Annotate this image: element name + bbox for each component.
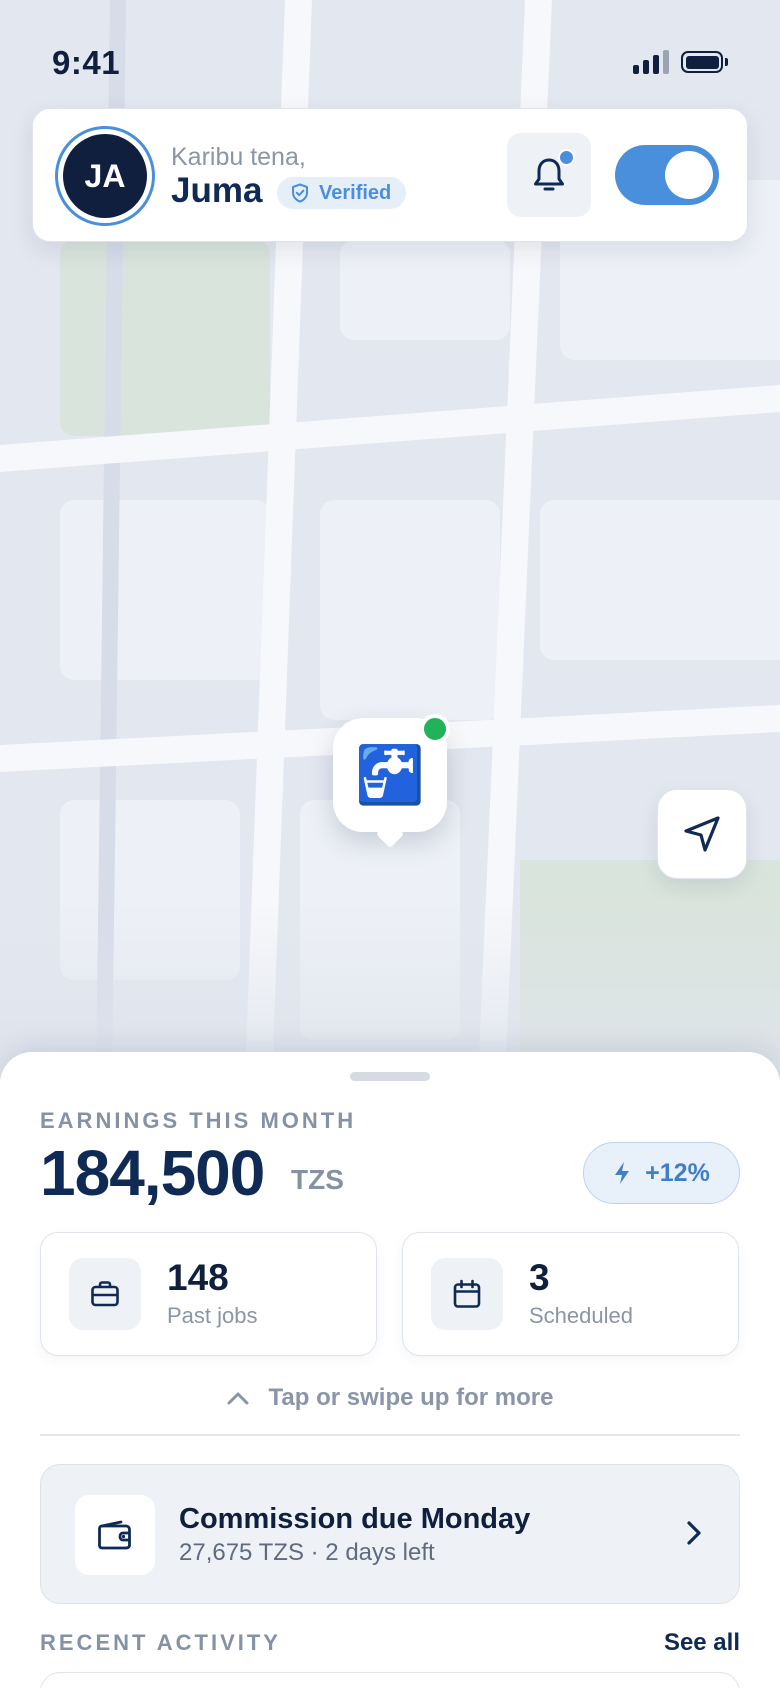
online-toggle[interactable] — [615, 145, 719, 205]
faucet-icon: 🚰 — [355, 743, 425, 806]
notifications-button[interactable] — [507, 133, 591, 217]
avatar[interactable]: JA — [55, 126, 155, 226]
map-block — [320, 500, 500, 720]
earnings-amount: 184,500 — [40, 1137, 265, 1209]
calendar-icon — [453, 1279, 481, 1308]
verified-label: Verified — [319, 181, 392, 204]
wallet-icon — [98, 1520, 131, 1550]
growth-badge: +12% — [583, 1142, 740, 1204]
chevron-right-icon — [687, 1521, 701, 1545]
earnings-currency: TZS — [291, 1164, 344, 1195]
map-block — [340, 240, 510, 340]
park-area — [60, 240, 270, 436]
avatar-initials: JA — [63, 134, 147, 218]
stat-card-past-jobs[interactable]: 148 Past jobs — [40, 1232, 377, 1356]
chevron-up-icon — [227, 1392, 249, 1405]
scheduled-value: 3 — [529, 1257, 550, 1298]
user-name: Juma — [171, 171, 263, 210]
profile-header-card: JA Karibu tena, Juma Verified — [32, 108, 748, 242]
signal-icon — [633, 50, 669, 74]
recent-activity-label: RECENT ACTIVITY — [40, 1630, 281, 1655]
growth-value: +12% — [645, 1158, 710, 1187]
lightning-icon — [615, 1162, 630, 1184]
recent-activity-item[interactable] — [40, 1672, 740, 1688]
commission-card[interactable]: Commission due Monday 27,675 TZS · 2 day… — [40, 1464, 740, 1604]
earnings-label: EARNINGS THIS MONTH — [40, 1108, 357, 1133]
swipe-hint-text: Tap or swipe up for more — [268, 1384, 554, 1411]
commission-title: Commission due Monday — [179, 1503, 531, 1535]
scheduled-label: Scheduled — [529, 1303, 633, 1328]
verified-badge: Verified — [277, 177, 407, 209]
commission-subtitle: 27,675 TZS · 2 days left — [179, 1539, 435, 1566]
divider — [40, 1434, 740, 1436]
see-all-link[interactable]: See all — [664, 1629, 740, 1657]
locate-me-button[interactable] — [657, 789, 747, 879]
status-bar: 9:41 — [0, 0, 780, 110]
battery-icon — [681, 51, 728, 73]
stat-icon-box — [69, 1258, 141, 1330]
stat-icon-box — [431, 1258, 503, 1330]
bottom-sheet[interactable]: EARNINGS THIS MONTH 184,500 TZS +12% 148… — [0, 1052, 780, 1688]
past-jobs-value: 148 — [167, 1257, 229, 1298]
status-icons — [633, 50, 728, 74]
online-status-dot — [420, 714, 450, 744]
swipe-hint[interactable]: Tap or swipe up for more — [0, 1378, 780, 1418]
greeting-text: Karibu tena, — [171, 143, 306, 171]
stat-card-scheduled[interactable]: 3 Scheduled — [402, 1232, 739, 1356]
toggle-knob — [665, 151, 713, 199]
shield-check-icon — [292, 183, 308, 203]
map-block — [540, 500, 780, 660]
status-time: 9:41 — [52, 44, 121, 81]
briefcase-icon — [91, 1281, 119, 1307]
notification-dot — [558, 149, 575, 166]
sheet-grabber[interactable] — [350, 1072, 430, 1081]
past-jobs-label: Past jobs — [167, 1303, 258, 1328]
map-block — [60, 500, 270, 680]
navigation-arrow-icon — [684, 816, 720, 852]
commission-icon-box — [75, 1495, 155, 1575]
